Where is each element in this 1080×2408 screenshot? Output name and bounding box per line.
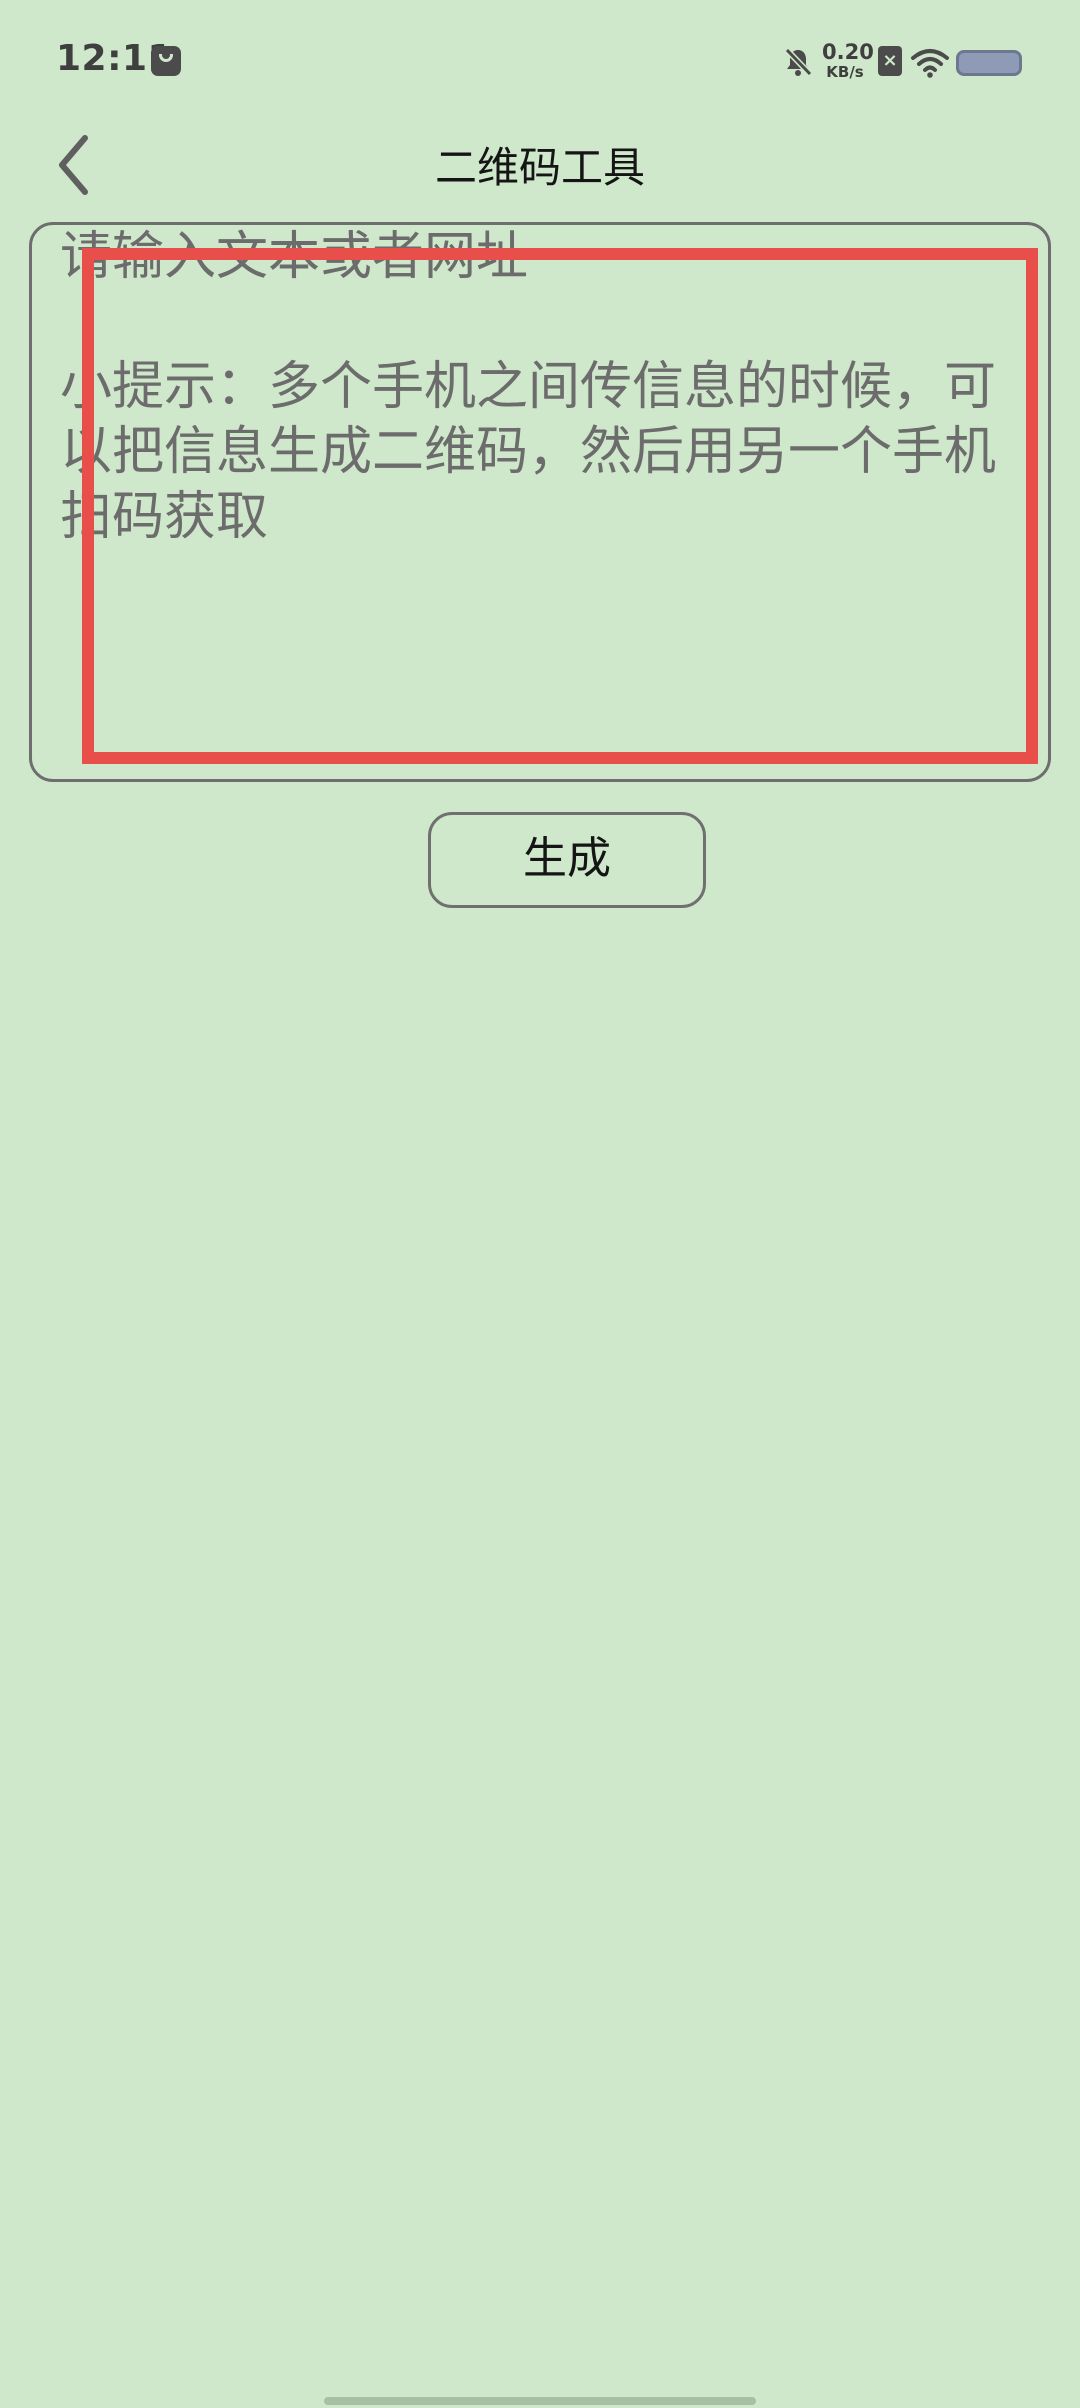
network-speed-value: 0.20 (822, 40, 874, 64)
network-speed: 0.20 KB/s (822, 40, 874, 81)
status-bar: 12:11 0.20 KB/s × (0, 0, 1080, 120)
input-placeholder: 请输入文本或者网址 小提示：多个手机之间传信息的时候，可以把信息生成二维码，然后… (60, 227, 997, 547)
generate-button[interactable]: 生成 (428, 812, 706, 908)
page-title: 二维码工具 (434, 143, 645, 192)
mute-bell-icon (784, 47, 813, 77)
sim-error-icon: × (878, 46, 902, 76)
home-indicator[interactable] (324, 2397, 756, 2405)
text-input-area[interactable]: 请输入文本或者网址 小提示：多个手机之间传信息的时候，可以把信息生成二维码，然后… (29, 222, 1051, 782)
battery-icon (956, 50, 1022, 76)
title-bar: 二维码工具 (0, 120, 1080, 210)
shopping-bag-icon (151, 46, 181, 76)
network-speed-unit: KB/s (826, 63, 864, 81)
wifi-icon (911, 49, 949, 78)
